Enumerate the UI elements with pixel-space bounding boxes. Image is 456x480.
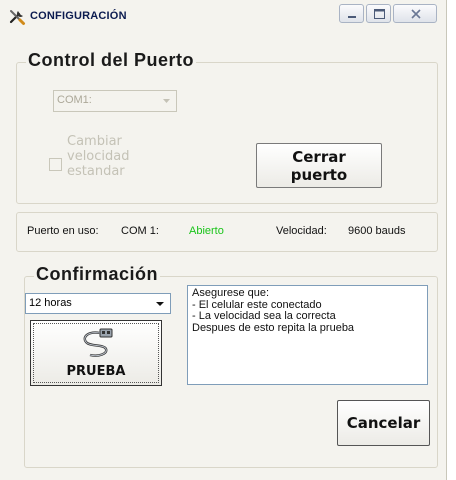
- port-state: Abierto: [189, 225, 224, 237]
- interval-select-value: 12 horas: [29, 297, 72, 309]
- close-button[interactable]: [393, 4, 437, 23]
- message-box[interactable]: Asegurese que: - El celular este conecta…: [187, 285, 428, 385]
- title-bar[interactable]: CONFIGURACIÓN: [0, 0, 446, 32]
- cancel-button[interactable]: Cancelar: [337, 400, 430, 446]
- port-in-use-label: Puerto en uso:: [27, 225, 99, 237]
- chevron-down-icon: [158, 92, 175, 110]
- port-select-value: COM1:: [57, 94, 92, 106]
- maximize-button[interactable]: [366, 4, 391, 23]
- window-title: CONFIGURACIÓN: [30, 10, 127, 22]
- minimize-button[interactable]: [339, 4, 364, 23]
- close-icon: [411, 9, 421, 19]
- change-speed-label: Cambiar velocidad estandar: [67, 134, 130, 179]
- tools-icon: [8, 8, 26, 26]
- interval-select[interactable]: 12 horas: [25, 293, 171, 314]
- port-control-title: Control del Puerto: [26, 50, 196, 71]
- change-speed-checkbox[interactable]: [49, 158, 62, 171]
- port-select[interactable]: COM1:: [53, 90, 177, 112]
- port-in-use-value: COM 1:: [121, 225, 159, 237]
- message-line: - La velocidad sea la correcta: [192, 310, 336, 322]
- confirm-title: Confirmación: [34, 264, 161, 285]
- minimize-icon: [348, 16, 356, 18]
- speed-value: 9600 bauds: [348, 225, 406, 237]
- message-line: Despues de esto repita la prueba: [192, 321, 355, 334]
- close-port-button[interactable]: Cerrar puerto: [256, 143, 382, 188]
- maximize-icon: [374, 9, 385, 19]
- message-line: Asegurese que:: [192, 287, 270, 299]
- test-button[interactable]: PRUEBA: [30, 320, 162, 386]
- usb-cable-icon: [78, 327, 118, 359]
- config-window: CONFIGURACIÓN Control del Puerto COM1: C…: [0, 0, 447, 480]
- test-button-label: PRUEBA: [66, 364, 126, 379]
- speed-label: Velocidad:: [276, 225, 327, 237]
- chevron-down-icon: [152, 295, 169, 312]
